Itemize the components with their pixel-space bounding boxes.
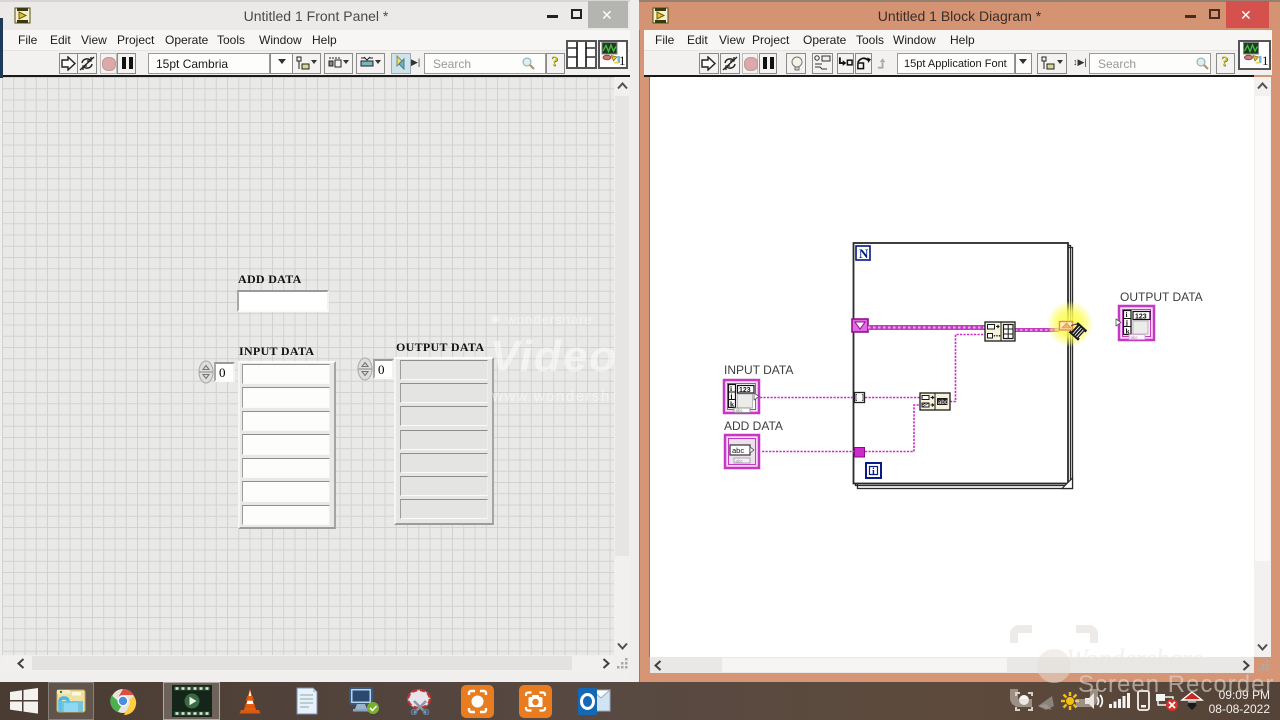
svg-text:OUTPUT DATA: OUTPUT DATA <box>1120 290 1203 304</box>
svg-text:ADD DATA: ADD DATA <box>724 419 783 433</box>
svg-text:N: N <box>859 246 869 261</box>
svg-text:123: 123 <box>1135 314 1147 321</box>
svg-text:abc: abc <box>736 408 744 413</box>
svg-text:abc: abc <box>1131 335 1139 340</box>
svg-text:abc: abc <box>736 459 744 464</box>
svg-text:INPUT DATA: INPUT DATA <box>724 363 793 377</box>
svg-text:123: 123 <box>739 387 751 394</box>
svg-text:abc: abc <box>938 400 948 406</box>
svg-text:i: i <box>872 467 875 478</box>
svg-text:abc: abc <box>732 446 744 455</box>
